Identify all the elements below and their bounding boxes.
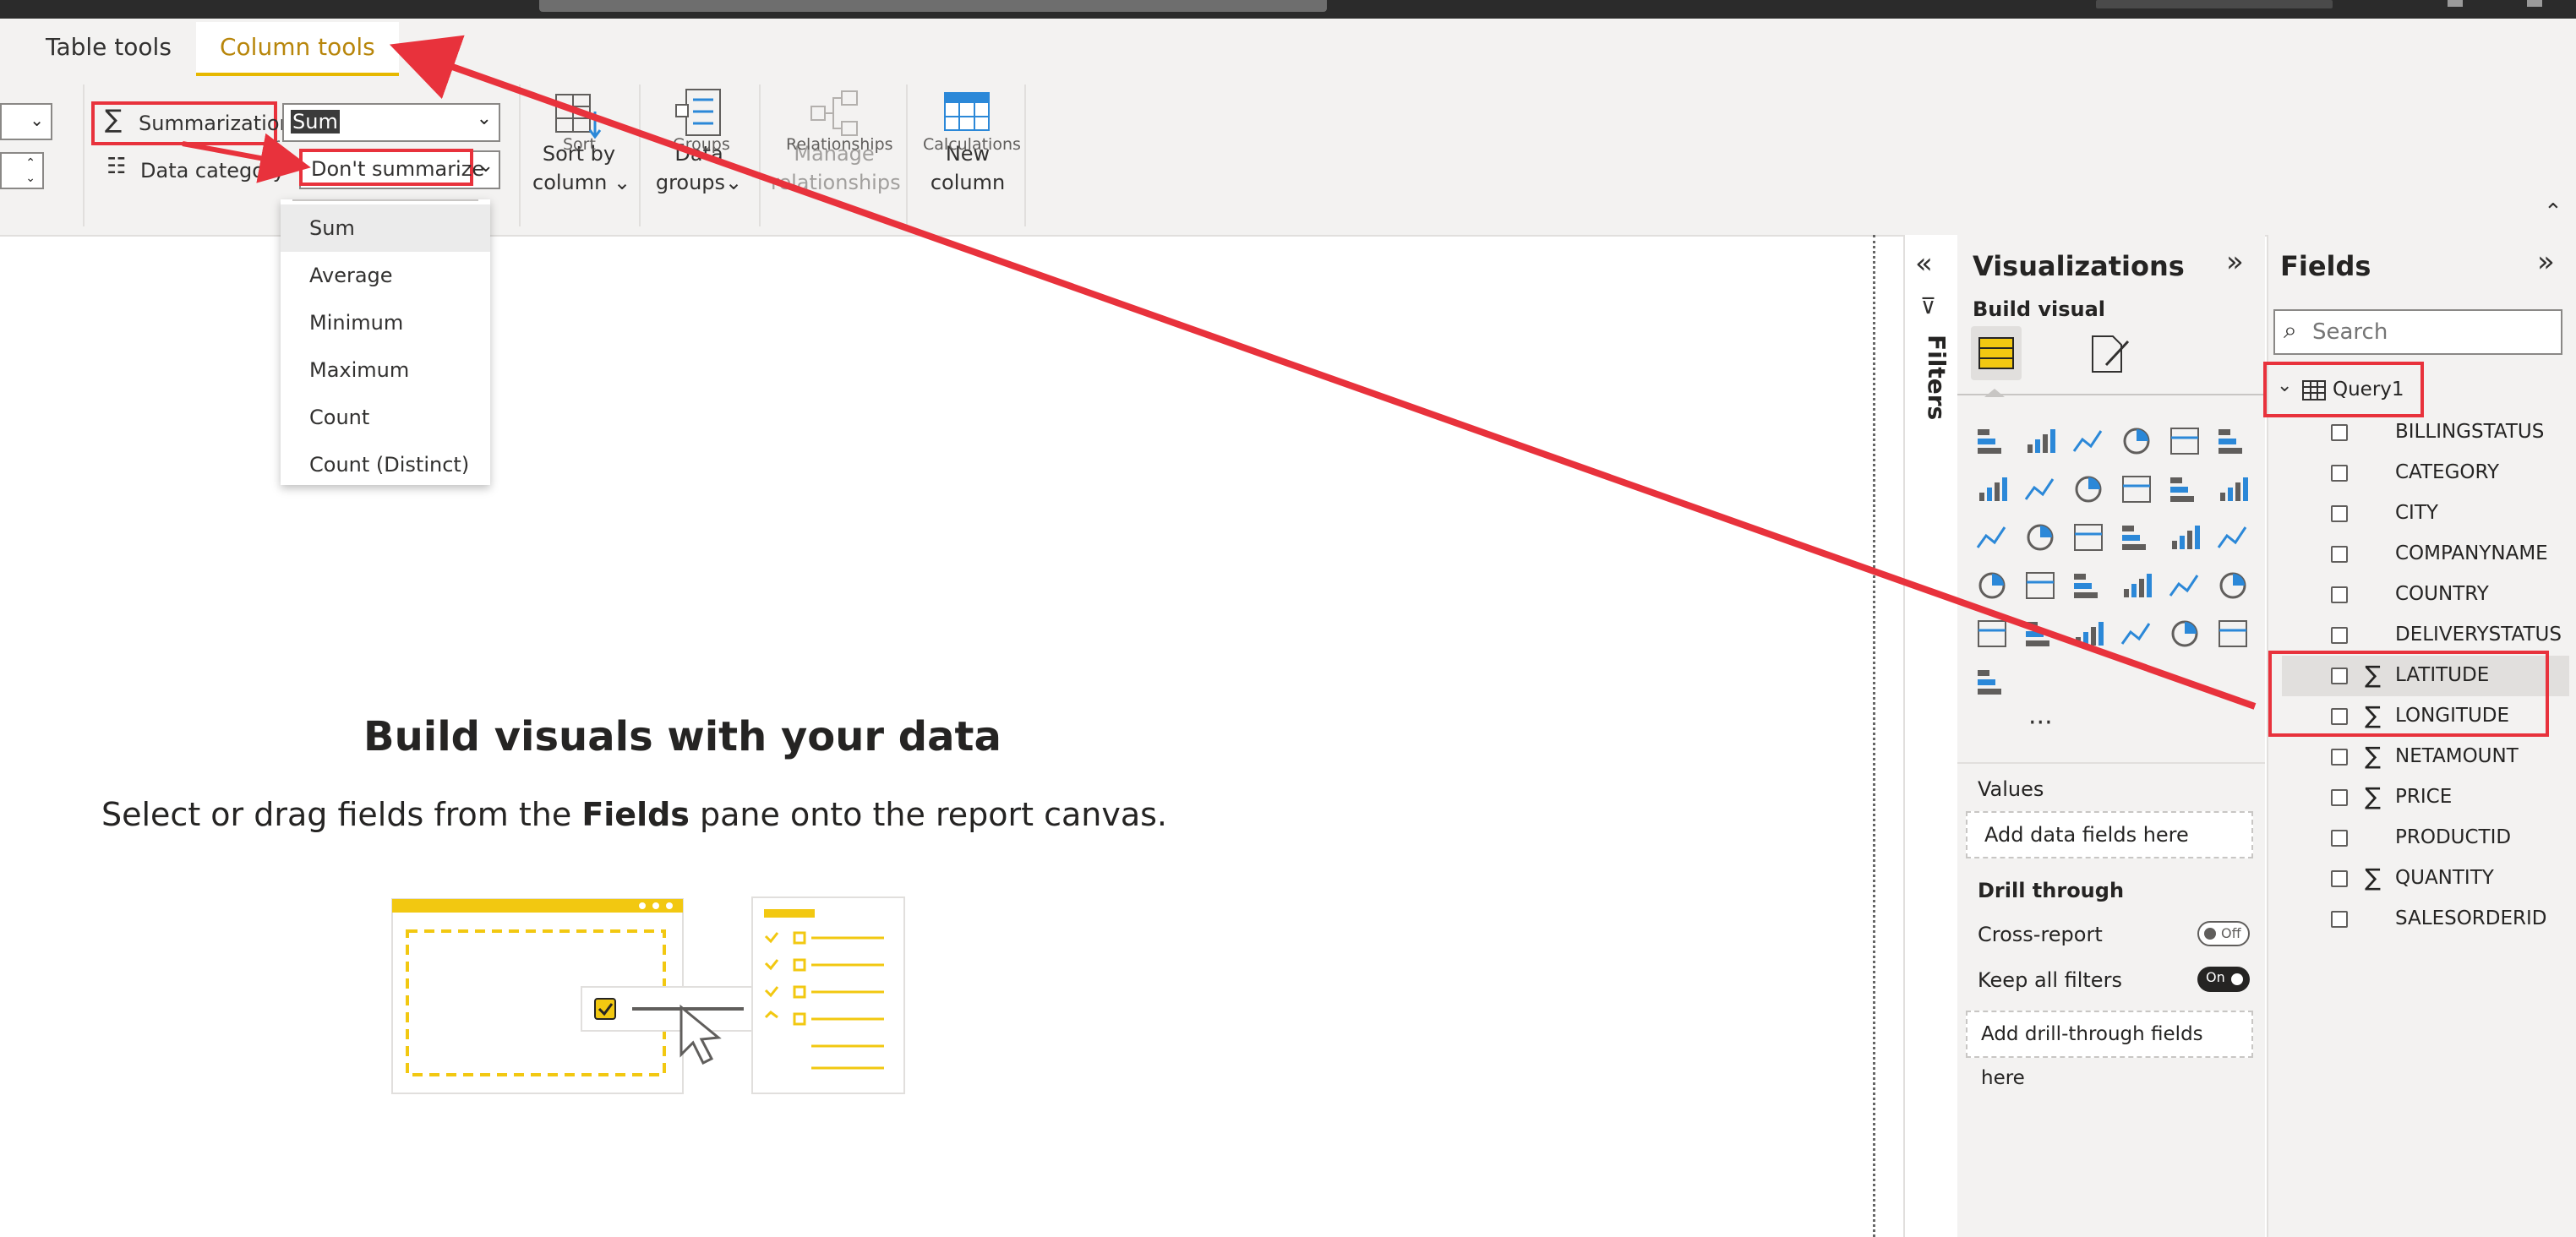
arrow-to-dont-summarize <box>182 133 311 183</box>
annotation-arrows <box>182 35 2257 710</box>
arrow-to-column-tools <box>389 35 2257 710</box>
